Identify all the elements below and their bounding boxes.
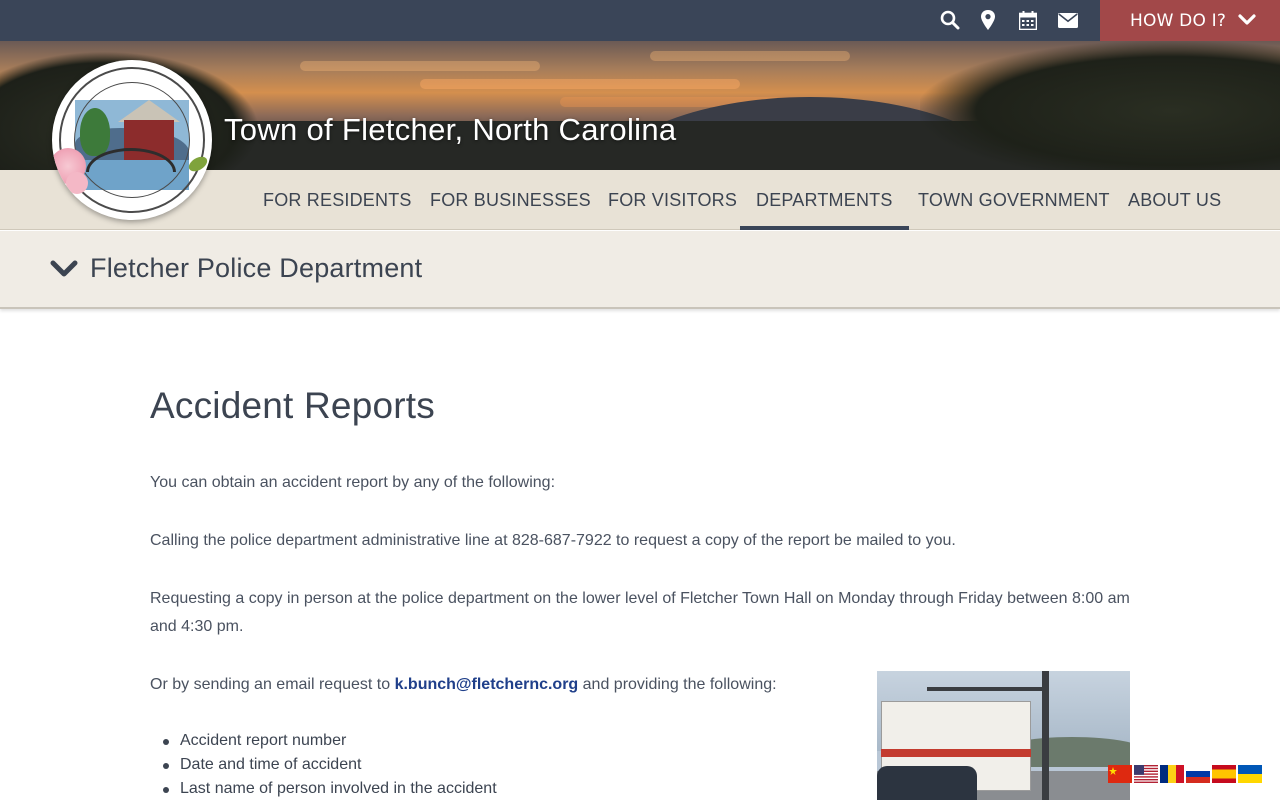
list-item: Date and time of accident xyxy=(163,753,497,777)
how-do-i-label: HOW DO I? xyxy=(1130,10,1227,31)
nav-item-for-residents[interactable]: FOR RESIDENTS xyxy=(247,170,428,230)
us-flag-icon[interactable] xyxy=(1134,765,1158,783)
language-selector xyxy=(1108,765,1262,783)
search-icon[interactable] xyxy=(938,8,962,32)
nav-item-for-businesses[interactable]: FOR BUSINESSES xyxy=(414,170,607,230)
site-title[interactable]: Town of Fletcher, North Carolina xyxy=(224,112,676,148)
map-marker-icon[interactable] xyxy=(976,8,1000,32)
option-email-prefix: Or by sending an email request to xyxy=(150,676,395,693)
how-do-i-button[interactable]: HOW DO I? xyxy=(1100,0,1280,41)
chevron-down-icon xyxy=(1238,11,1256,31)
option-call-text: Calling the police department administra… xyxy=(150,532,956,549)
envelope-icon[interactable] xyxy=(1056,8,1080,32)
intro-text: You can obtain an accident report by any… xyxy=(150,474,556,491)
page-title: Accident Reports xyxy=(150,385,435,426)
main-content: Accident Reports xyxy=(150,385,1130,427)
department-title[interactable]: Fletcher Police Department xyxy=(90,253,422,284)
ambulance-photo xyxy=(877,671,1130,800)
romanian-flag-icon[interactable] xyxy=(1160,765,1184,783)
option-email-suffix: and providing the following: xyxy=(578,676,777,693)
chinese-flag-icon[interactable] xyxy=(1108,765,1132,783)
email-link[interactable]: k.bunch@fletchernc.org xyxy=(395,676,579,693)
nav-item-about-us[interactable]: ABOUT US xyxy=(1112,170,1237,230)
town-seal-logo[interactable] xyxy=(52,60,212,220)
requirements-list: Accident report number Date and time of … xyxy=(163,729,497,800)
russian-flag-icon[interactable] xyxy=(1186,765,1210,783)
chevron-down-icon[interactable] xyxy=(50,259,78,283)
department-bar: Fletcher Police Department xyxy=(0,231,1280,309)
spanish-flag-icon[interactable] xyxy=(1212,765,1236,783)
list-item: Accident report number xyxy=(163,729,497,753)
ukrainian-flag-icon[interactable] xyxy=(1238,765,1262,783)
nav-item-for-visitors[interactable]: FOR VISITORS xyxy=(592,170,753,230)
nav-item-departments[interactable]: DEPARTMENTS xyxy=(740,170,909,230)
option-email-text: Or by sending an email request to k.bunc… xyxy=(150,671,850,699)
nav-item-town-government[interactable]: TOWN GOVERNMENT xyxy=(902,170,1126,230)
calendar-icon[interactable] xyxy=(1016,8,1040,32)
utility-bar: HOW DO I? xyxy=(0,0,1280,41)
option-in-person-text: Requesting a copy in person at the polic… xyxy=(150,590,1130,635)
list-item: Last name of person involved in the acci… xyxy=(163,777,497,800)
